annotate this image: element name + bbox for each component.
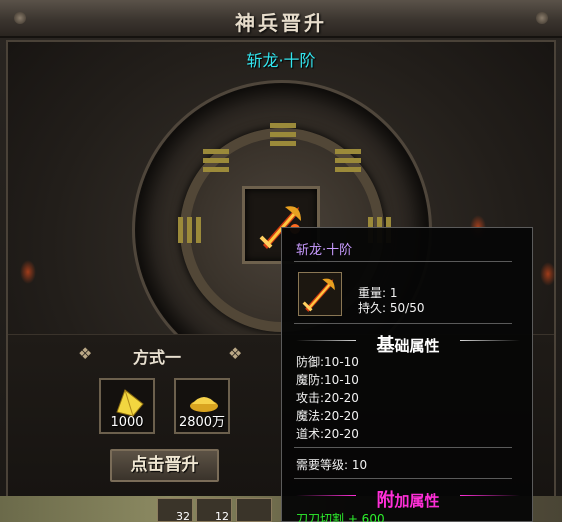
stat-value: 20-20 (324, 391, 359, 405)
material-qty: 1000 (110, 415, 144, 430)
stat-label: 魔法: (296, 409, 325, 423)
weight-value: 1 (389, 286, 398, 300)
stat-row: 攻击:20-20 (296, 389, 359, 406)
ember-icon (540, 262, 556, 286)
inventory-slot[interactable]: 32 (157, 498, 193, 522)
stat-row: 魔防:10-10 (296, 371, 359, 388)
durability-row: 持久: 50/50 (358, 299, 424, 316)
base-attributes-heading: 基础属性 (292, 331, 524, 356)
inventory-slot[interactable]: 12 (196, 498, 232, 522)
inventory-qty: 12 (215, 510, 229, 522)
divider (294, 261, 512, 262)
divider (294, 447, 512, 448)
material-slot[interactable]: 2800万 (174, 378, 230, 434)
extra-head-rest: 加属性 (394, 492, 440, 510)
extra-head-big: 附 (376, 490, 395, 511)
material-qty: 2800万 (178, 415, 226, 430)
knot-ornament-icon: ❖ (228, 344, 243, 363)
dragon-blade-icon (302, 278, 335, 312)
stat-value: 10-10 (324, 355, 359, 369)
stat-row: 魔法:20-20 (296, 407, 359, 424)
stat-row: 防御:10-10 (296, 353, 359, 370)
knot-ornament-icon: ❖ (78, 344, 93, 363)
level-value: 10 (351, 458, 368, 472)
item-tooltip: 斩龙·十阶 重量: 1 持久: 50/50 基础属性 防御:10-10 魔防:1… (281, 227, 533, 522)
divider (294, 478, 512, 479)
extra-attribute-line: 刀刀切割 + 600 (296, 512, 385, 522)
ember-icon (20, 260, 36, 284)
required-level-row: 需要等级: 10 (296, 456, 367, 473)
method-label: 方式一 (133, 348, 182, 367)
base-head-rest: 础属性 (394, 337, 440, 355)
tooltip-item-icon (298, 272, 342, 316)
stat-label: 攻击: (296, 391, 325, 405)
divider (294, 323, 512, 324)
extra-attributes-heading: 附加属性 (292, 486, 524, 511)
rivet-icon (536, 12, 548, 24)
stat-value: 20-20 (324, 427, 359, 441)
inventory-qty: 32 (176, 510, 190, 522)
material-slot[interactable]: 1000 (99, 378, 155, 434)
upgrade-button[interactable]: 点击晋升 (110, 449, 219, 482)
base-head-big: 基 (376, 335, 395, 356)
durability-value: 50/50 (389, 301, 425, 315)
trigram-icon (203, 149, 229, 175)
inventory-slot[interactable] (236, 498, 272, 522)
trigram-icon (335, 149, 361, 175)
stat-value: 20-20 (324, 409, 359, 423)
stat-label: 魔防: (296, 373, 325, 387)
trigram-icon (175, 217, 201, 243)
window-title: 神兵晋升 (235, 11, 327, 35)
level-label: 需要等级: (296, 458, 349, 472)
trigram-icon (270, 123, 296, 149)
stat-row: 道术:20-20 (296, 425, 359, 442)
durability-label: 持久: (358, 301, 387, 315)
stat-label: 道术: (296, 427, 325, 441)
stat-label: 防御: (296, 355, 325, 369)
item-name: 斩龙·十阶 (246, 51, 316, 70)
tooltip-title: 斩龙·十阶 (296, 243, 353, 258)
stat-value: 10-10 (324, 373, 359, 387)
title-bar: 神兵晋升 (0, 0, 562, 38)
